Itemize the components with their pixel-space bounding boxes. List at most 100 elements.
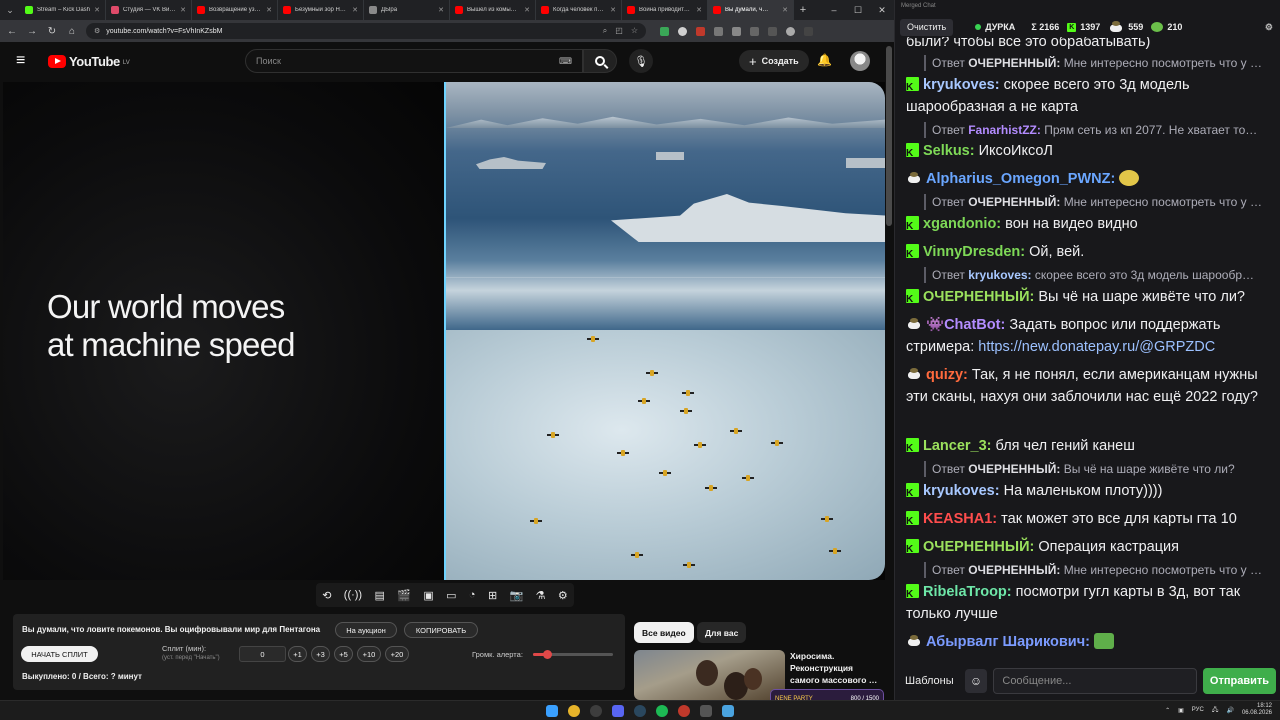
forward-icon[interactable]: → xyxy=(26,26,38,37)
page-scrollbar[interactable] xyxy=(886,46,892,226)
tab-close-icon[interactable]: ✕ xyxy=(352,6,358,14)
donate-link[interactable]: https://new.donatepay.ru/@GRPZDC xyxy=(978,339,1215,355)
create-button[interactable]: + Создать xyxy=(739,50,809,72)
tray-app-icon[interactable]: ▣ xyxy=(1178,707,1184,714)
back-icon[interactable]: ← xyxy=(6,26,18,37)
app-icon[interactable] xyxy=(722,705,734,717)
username[interactable]: ОЧЕРНЕННЫЙ: xyxy=(923,289,1034,305)
broadcast-icon[interactable]: ((·)) xyxy=(344,589,362,601)
voice-search-button[interactable]: 🎙 xyxy=(629,49,653,73)
username[interactable]: KEASHA1: xyxy=(923,511,997,527)
username[interactable]: ОЧЕРНЕННЫЙ: xyxy=(923,539,1034,555)
tab-close-icon[interactable]: ✕ xyxy=(180,6,186,14)
browser-tab[interactable]: Война приводит… ✕ xyxy=(622,0,708,20)
settings-gear-icon[interactable]: ⚙ xyxy=(1265,22,1273,33)
browser-tab-active[interactable]: Вы думали, ч… ✕ xyxy=(708,0,794,20)
browser-tab[interactable]: Безумный зор Не… ✕ xyxy=(278,0,364,20)
increment-button[interactable]: +1 xyxy=(288,646,307,662)
clapper-icon[interactable]: 🎬 xyxy=(397,589,411,602)
loop-icon[interactable]: ⟲ xyxy=(322,589,331,602)
alert-volume-knob[interactable] xyxy=(543,650,553,659)
extension-icon[interactable] xyxy=(678,26,687,36)
search-input[interactable]: Поиск ⌨ xyxy=(245,49,583,73)
extensions-puzzle-icon[interactable] xyxy=(732,26,741,36)
clear-chat-button[interactable]: Очистить xyxy=(900,18,954,36)
flask-icon[interactable]: ⚗ xyxy=(536,589,546,602)
alert-volume-slider[interactable] xyxy=(533,650,613,659)
steam-icon[interactable] xyxy=(634,705,646,717)
minimize-icon[interactable]: – xyxy=(822,5,846,16)
recommended-video-title[interactable]: Хиросима. Реконструкция самого массового… xyxy=(790,650,882,686)
tab-close-icon[interactable]: ✕ xyxy=(524,6,530,14)
message-input[interactable] xyxy=(993,668,1197,694)
tab-close-icon[interactable]: ✕ xyxy=(782,6,788,14)
maximize-icon[interactable]: ☐ xyxy=(846,5,870,16)
username[interactable]: kryukoves: xyxy=(923,77,1000,93)
username[interactable]: Lancer_3: xyxy=(923,438,992,454)
reload-icon[interactable]: ↻ xyxy=(46,26,58,37)
username[interactable]: quizy: xyxy=(926,367,968,383)
close-window-icon[interactable]: ✕ xyxy=(870,5,894,16)
new-tab-icon[interactable]: + xyxy=(794,4,812,16)
username[interactable]: ChatBot: xyxy=(944,317,1005,333)
username[interactable]: Selkus: xyxy=(923,143,975,159)
split-minutes-input[interactable]: 0 xyxy=(239,646,286,662)
sidepanel-icon[interactable] xyxy=(768,26,777,36)
zoom-icon[interactable]: ⌕ xyxy=(603,26,607,36)
subtitles-icon[interactable]: ▭ xyxy=(446,589,456,602)
menu-icon[interactable]: ≡ xyxy=(16,52,34,70)
browser-tab[interactable]: Вышел из комы… ✕ xyxy=(450,0,536,20)
downloads-icon[interactable] xyxy=(750,26,759,36)
speed-icon[interactable]: ◔ xyxy=(469,589,476,601)
auction-button[interactable]: На аукцион xyxy=(335,622,397,638)
chrome-icon[interactable] xyxy=(568,705,580,717)
start-split-button[interactable]: НАЧАТЬ СПЛИТ xyxy=(21,646,98,662)
copy-button[interactable]: КОПИРОВАТЬ xyxy=(404,622,478,638)
keyboard-icon[interactable]: ⌨ xyxy=(559,56,572,67)
username[interactable]: VinnyDresden: xyxy=(923,244,1025,260)
send-button[interactable]: Отправить xyxy=(1202,668,1276,694)
emoji-icon[interactable]: ☺ xyxy=(964,669,988,693)
discord-icon[interactable] xyxy=(612,705,624,717)
username[interactable]: xgandonio: xyxy=(923,216,1001,232)
address-bar[interactable]: ⚙ youtube.com/watch?v=FsVhInKZsbM ⌕ ◰ ☆ xyxy=(86,23,646,39)
increment-button[interactable]: +3 xyxy=(311,646,330,662)
tab-close-icon[interactable]: ✕ xyxy=(94,6,100,14)
tab-close-icon[interactable]: ✕ xyxy=(696,6,702,14)
chip-all-videos[interactable]: Все видео xyxy=(634,622,694,643)
extension-icon[interactable] xyxy=(714,26,723,36)
volume-icon[interactable]: 🔊 xyxy=(1226,707,1233,714)
browser-tab[interactable]: Когда человек по… ✕ xyxy=(536,0,622,20)
obs-icon[interactable] xyxy=(590,705,602,717)
username[interactable]: RibelaTroop: xyxy=(923,584,1012,600)
translate-icon[interactable]: ◰ xyxy=(615,26,623,36)
chip-for-you[interactable]: Для вас xyxy=(697,622,747,643)
bookmark-star-icon[interactable]: ☆ xyxy=(631,26,638,36)
tab-search-icon[interactable]: ⌄ xyxy=(0,0,20,20)
browser-tab[interactable]: Студия — VK Вид… ✕ xyxy=(106,0,192,20)
extension-icon[interactable] xyxy=(696,26,705,36)
browser-menu-icon[interactable] xyxy=(804,26,813,36)
avatar[interactable] xyxy=(850,51,870,71)
increment-button[interactable]: +5 xyxy=(334,646,353,662)
extension-icon[interactable] xyxy=(660,26,669,36)
browser-tab[interactable]: Возвращение уз… ✕ xyxy=(192,0,278,20)
site-info-icon[interactable]: ⚙ xyxy=(94,27,100,35)
spotify-icon[interactable] xyxy=(656,705,668,717)
increment-button[interactable]: +20 xyxy=(385,646,409,662)
home-icon[interactable]: ⌂ xyxy=(66,26,78,37)
app-icon[interactable] xyxy=(700,705,712,717)
add-to-queue-icon[interactable]: ⊞ xyxy=(488,589,497,602)
settings-gear-icon[interactable]: ⚙ xyxy=(558,589,568,602)
language-indicator[interactable]: РУС xyxy=(1192,707,1204,713)
screenshot-camera-icon[interactable]: 📷 xyxy=(510,589,524,602)
username[interactable]: Alpharius_Omegon_PWNZ: xyxy=(926,171,1115,187)
profile-icon[interactable] xyxy=(786,26,795,36)
username[interactable]: Абырвалг Шарикович: xyxy=(926,634,1090,650)
tray-chevron-icon[interactable]: ⌃ xyxy=(1165,707,1170,714)
tab-close-icon[interactable]: ✕ xyxy=(610,6,616,14)
start-windows-icon[interactable] xyxy=(546,705,558,717)
username[interactable]: kryukoves: xyxy=(923,483,1000,499)
tab-close-icon[interactable]: ✕ xyxy=(438,6,444,14)
search-button[interactable] xyxy=(583,49,617,73)
